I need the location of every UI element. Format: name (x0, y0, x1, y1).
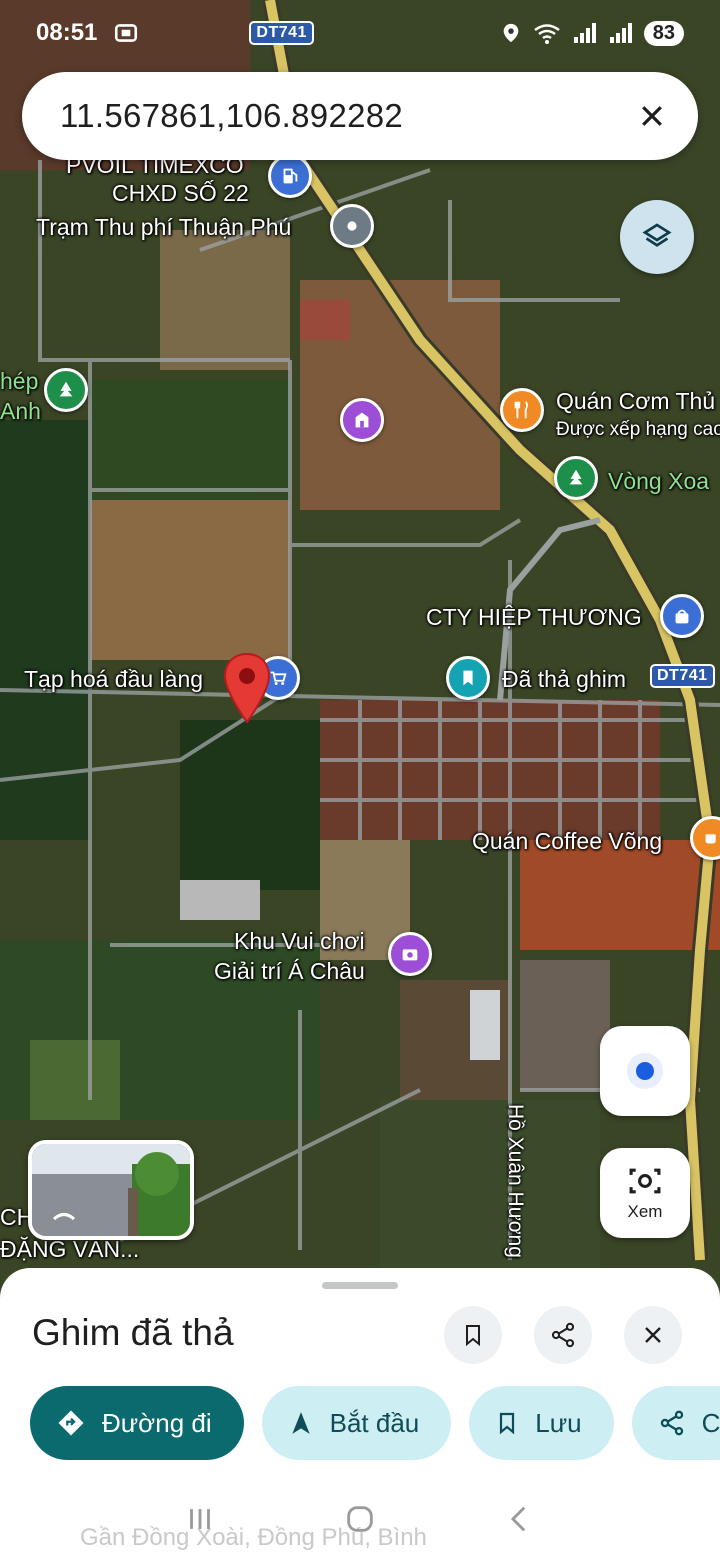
system-navigation-bar (0, 1478, 720, 1560)
status-bar: 08:51 DT741 83 (0, 0, 720, 66)
camera-entertainment-icon[interactable] (388, 932, 432, 976)
road-shield-dt741: DT741 (650, 664, 715, 688)
map-label-dropped-pin[interactable]: Đã thả ghim (502, 664, 626, 694)
map-label-nhep[interactable]: hép (0, 366, 38, 396)
map-label-quan-com[interactable]: Quán Cơm Thủ (556, 386, 715, 416)
navigation-arrow-icon (291, 1412, 310, 1434)
bookmark-icon (500, 1412, 515, 1435)
map-label-giai-tri[interactable]: Giải trí Á Châu (214, 956, 365, 986)
map-label-anh[interactable]: Anh (0, 396, 41, 426)
save-label: Lưu (535, 1407, 582, 1438)
layers-icon (642, 223, 672, 247)
dropped-pin-marker[interactable] (222, 652, 272, 724)
screenshot-icon (115, 24, 138, 42)
map-label-vong-xoay[interactable]: Vòng Xoa (608, 466, 709, 496)
map-label-khu-vui-choi[interactable]: Khu Vui chơi (234, 926, 365, 956)
lens-camera-icon (629, 1168, 661, 1194)
map-label-cty[interactable]: CTY HIỆP THƯƠNG (426, 602, 642, 632)
save-button[interactable]: Lưu (469, 1386, 614, 1460)
share-icon-button[interactable] (534, 1306, 592, 1364)
share-icon (660, 1410, 683, 1436)
my-location-button[interactable] (600, 1026, 690, 1116)
lens-button[interactable]: Xem (600, 1148, 690, 1238)
battery-level: 83 (643, 20, 684, 46)
share-label: C (701, 1407, 720, 1438)
share-button[interactable]: C (631, 1386, 720, 1460)
signal-icon (609, 23, 632, 43)
toll-location-icon[interactable] (330, 204, 374, 248)
directions-icon (58, 1410, 84, 1436)
search-query[interactable]: 11.567861,106.892282 (60, 97, 628, 135)
restaurant-icon[interactable] (500, 388, 544, 432)
landmark-icon[interactable] (340, 398, 384, 442)
start-label: Bắt đầu (329, 1407, 420, 1438)
bookmark-icon[interactable] (446, 656, 490, 700)
action-chips: Đường đi Bắt đầu Lưu C (30, 1386, 720, 1460)
signal-icon (573, 23, 596, 43)
map-label-toll[interactable]: Trạm Thu phí Thuận Phú (36, 212, 291, 242)
shopping-bag-icon[interactable] (660, 594, 704, 638)
lens-label: Xem (627, 1202, 663, 1221)
map-label-tap-hoa[interactable]: Tạp hoá đầu làng (24, 664, 203, 694)
recent-apps-icon[interactable] (183, 1502, 217, 1536)
home-icon[interactable] (343, 1502, 377, 1536)
share-icon (551, 1322, 575, 1348)
directions-button[interactable]: Đường đi (30, 1386, 244, 1460)
status-road-shield: DT741 (249, 21, 314, 45)
place-title: Ghim đã thả (32, 1312, 234, 1353)
bookmark-icon (466, 1325, 480, 1347)
close-sheet-button[interactable] (624, 1306, 682, 1364)
gas-station-icon[interactable] (268, 154, 312, 198)
map-label-coffee[interactable]: Quán Coffee Võng (472, 826, 662, 856)
close-icon (645, 1327, 661, 1343)
start-button[interactable]: Bắt đầu (261, 1386, 452, 1460)
layers-button[interactable] (620, 200, 694, 274)
location-icon (503, 23, 519, 43)
my-location-icon (627, 1053, 663, 1089)
street-label-ho-xuan-huong: Hồ Xuân Hương (504, 1104, 527, 1258)
park-tree-icon[interactable] (554, 456, 598, 500)
close-icon (642, 106, 662, 126)
park-tree-icon[interactable] (44, 368, 88, 412)
street-view-thumbnail[interactable] (28, 1140, 194, 1240)
directions-label: Đường đi (102, 1407, 212, 1438)
map-label-rated: Được xếp hạng cao (556, 419, 720, 440)
map-label-chxd[interactable]: CHXD SỐ 22 (112, 178, 249, 208)
clock: 08:51 (36, 19, 98, 46)
back-icon[interactable] (503, 1502, 537, 1536)
street-view-image (32, 1144, 190, 1236)
drag-handle[interactable] (322, 1282, 398, 1289)
clear-search-button[interactable] (628, 92, 676, 140)
search-bar[interactable]: 11.567861,106.892282 (22, 72, 698, 160)
wifi-icon (534, 24, 560, 44)
save-icon-button[interactable] (444, 1306, 502, 1364)
